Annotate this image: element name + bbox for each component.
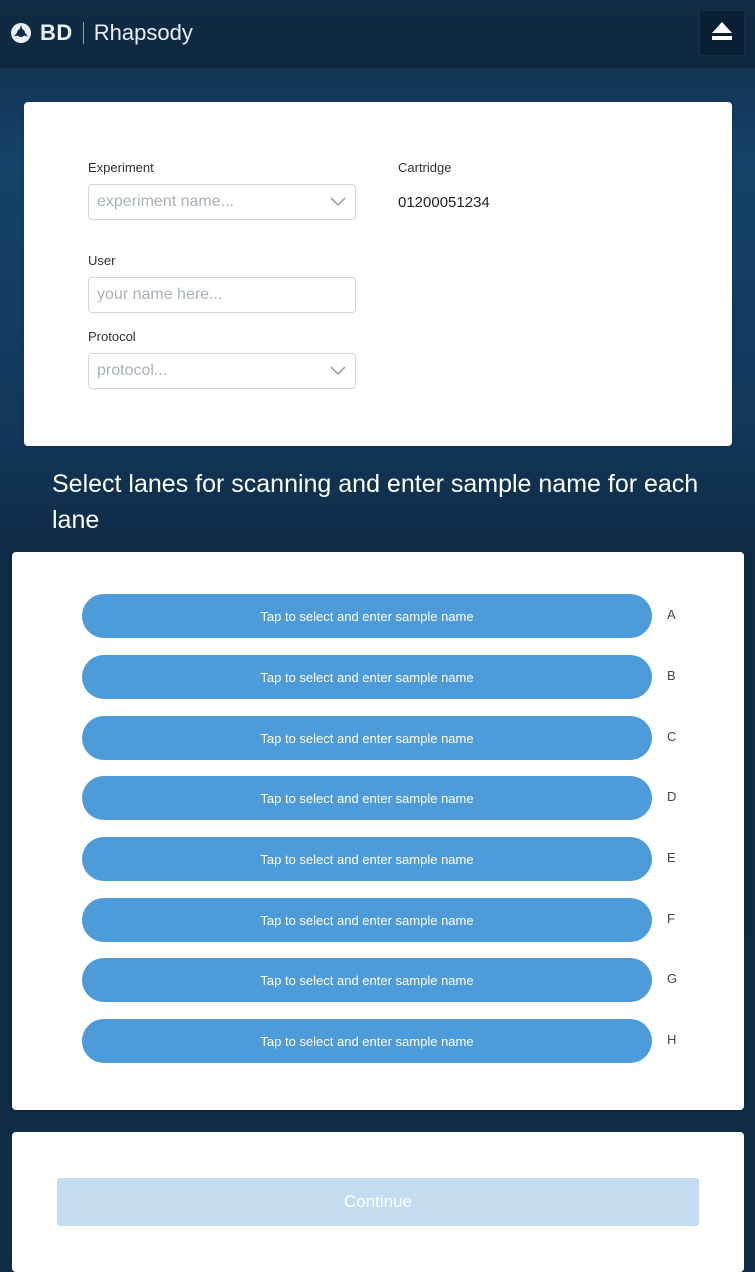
user-label: User (88, 253, 116, 268)
lane-e-label: E (667, 850, 676, 865)
brand-logo: BD Rhapsody (10, 17, 193, 49)
chevron-down-icon (329, 193, 347, 211)
lane-row-f: Tap to select and enter sample name F (82, 898, 702, 942)
lane-a-label: A (667, 607, 676, 622)
experiment-placeholder: experiment name... (97, 193, 234, 210)
lane-h-button[interactable]: Tap to select and enter sample name (82, 1019, 652, 1063)
brand-name: BD (40, 20, 73, 45)
lane-selection-heading: Select lanes for scanning and enter samp… (52, 470, 699, 534)
lane-e-button[interactable]: Tap to select and enter sample name (82, 837, 652, 881)
lane-row-a: Tap to select and enter sample name A (82, 594, 702, 638)
experiment-form-card: Experiment experiment name... Cartridge … (24, 102, 732, 446)
chevron-down-icon (329, 362, 347, 380)
product-name: Rhapsody (93, 20, 193, 45)
user-placeholder: your name here... (97, 286, 223, 303)
experiment-select[interactable]: experiment name... (88, 184, 356, 220)
lane-b-button[interactable]: Tap to select and enter sample name (82, 655, 652, 699)
protocol-label: Protocol (88, 329, 136, 344)
user-name-input[interactable]: your name here... (88, 277, 356, 313)
lane-row-d: Tap to select and enter sample name D (82, 776, 702, 820)
top-bar: BD Rhapsody (0, 0, 755, 69)
lane-row-e: Tap to select and enter sample name E (82, 837, 702, 881)
experiment-label: Experiment (88, 160, 154, 175)
lane-g-label: G (667, 971, 678, 986)
eject-icon (711, 21, 733, 46)
lane-c-button[interactable]: Tap to select and enter sample name (82, 716, 652, 760)
bd-logo-icon (10, 22, 32, 44)
lane-d-label: D (667, 789, 677, 804)
lane-h-label: H (667, 1032, 677, 1047)
lane-panel: Tap to select and enter sample name A Ta… (12, 552, 744, 1110)
lane-d-button[interactable]: Tap to select and enter sample name (82, 776, 652, 820)
lane-row-b: Tap to select and enter sample name B (82, 655, 702, 699)
eject-button[interactable] (699, 10, 745, 56)
lane-row-g: Tap to select and enter sample name G (82, 958, 702, 1002)
lane-f-button[interactable]: Tap to select and enter sample name (82, 898, 652, 942)
lane-f-label: F (667, 911, 675, 926)
lane-c-label: C (667, 729, 677, 744)
brand-divider (82, 22, 84, 44)
cartridge-value: 01200051234 (398, 194, 490, 211)
continue-button[interactable]: Continue (57, 1178, 699, 1226)
lane-row-c: Tap to select and enter sample name C (82, 716, 702, 760)
lane-b-label: B (667, 668, 676, 683)
cartridge-label: Cartridge (398, 160, 452, 175)
lane-g-button[interactable]: Tap to select and enter sample name (82, 958, 652, 1002)
footer-card: Continue (12, 1132, 744, 1272)
protocol-select[interactable]: protocol... (88, 353, 356, 389)
lane-a-button[interactable]: Tap to select and enter sample name (82, 594, 652, 638)
lane-row-h: Tap to select and enter sample name H (82, 1019, 702, 1063)
protocol-placeholder: protocol... (97, 362, 168, 379)
